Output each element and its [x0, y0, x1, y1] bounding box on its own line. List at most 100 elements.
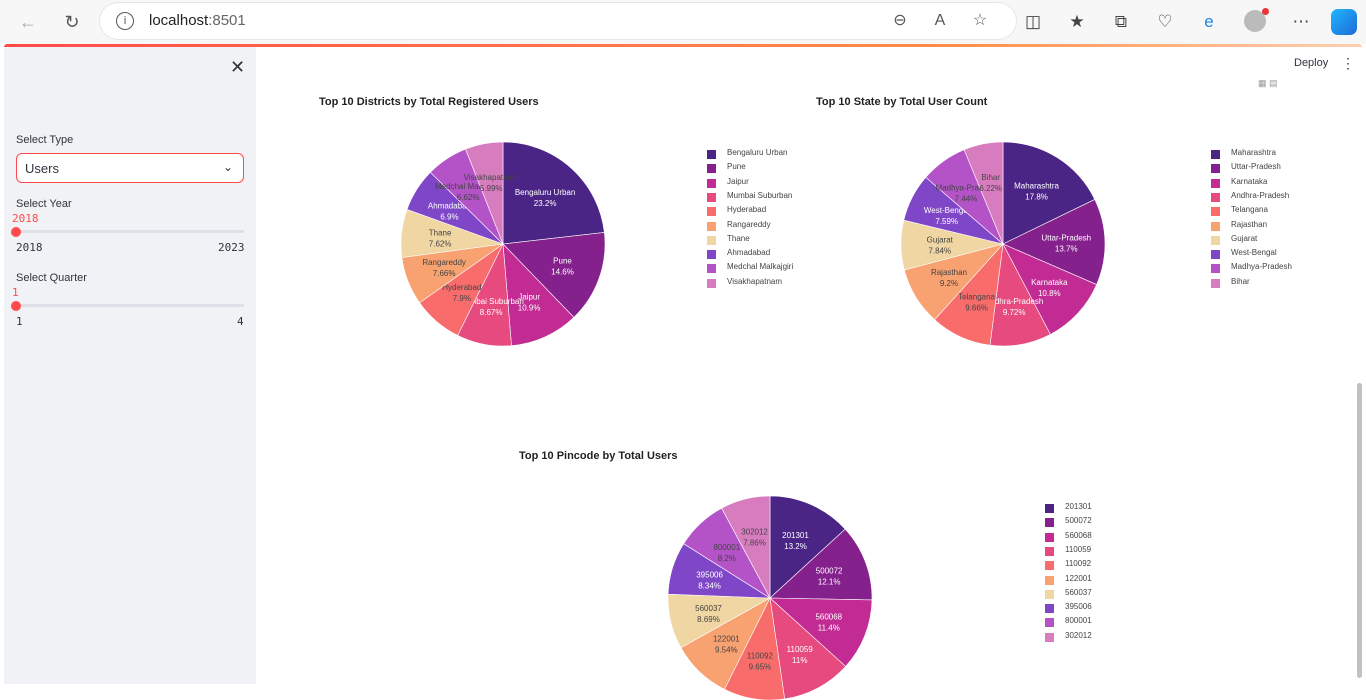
legend-item[interactable]: 395006	[1045, 602, 1205, 616]
slice-value-label: 11.4%	[818, 623, 840, 632]
edge-icon[interactable]: e	[1197, 10, 1221, 34]
chart-title: Top 10 State by Total User Count	[816, 96, 988, 108]
legend-item[interactable]: Karnataka	[1211, 177, 1366, 191]
pie-chart-states[interactable]: Maharashtra 17.8% Uttar-Pradesh 13.7% Karnat…	[900, 141, 1106, 347]
legend-item[interactable]: Madhya-Pradesh	[1211, 262, 1366, 276]
legend-swatch	[707, 264, 716, 274]
chart-title: Top 10 Pincode by Total Users	[519, 450, 678, 462]
legend-item[interactable]: 110059	[1045, 545, 1205, 559]
legend-label: 201301	[1065, 502, 1092, 511]
more-menu-icon[interactable]: ⋯	[1289, 10, 1313, 34]
legend-label: Rangareddy	[727, 219, 771, 229]
legend-item[interactable]: Bengaluru Urban	[707, 148, 867, 162]
profile-avatar[interactable]	[1244, 8, 1269, 32]
legend-item[interactable]: Visakhapatnam	[707, 277, 867, 291]
legend-item[interactable]: Mumbai Suburban	[707, 191, 867, 205]
split-screen-icon[interactable]: ◫	[1021, 10, 1045, 34]
legend-item[interactable]: Maharashtra	[1211, 148, 1366, 162]
legend-label: 560068	[1065, 530, 1092, 540]
slice-label: 800001	[713, 543, 740, 552]
collections-icon[interactable]: ⧉	[1109, 10, 1133, 34]
legend-item[interactable]: Jaipur	[707, 177, 867, 191]
legend-item[interactable]: Telangana	[1211, 205, 1366, 219]
legend-item[interactable]: 560037	[1045, 588, 1205, 602]
deploy-button[interactable]: Deploy	[1294, 57, 1328, 69]
main-menu-icon[interactable]: ⋮	[1341, 55, 1355, 72]
legend-item[interactable]: 500072	[1045, 516, 1205, 530]
legend-item[interactable]: Rangareddy	[707, 220, 867, 234]
slice-value-label: 23.2%	[534, 199, 557, 208]
legend-item[interactable]: Gujarat	[1211, 234, 1366, 248]
address-bar[interactable]: i localhost:8501 ⊖ A ☆	[100, 3, 1016, 39]
slice-label: Maharashtra	[1014, 181, 1059, 190]
legend-swatch	[1045, 604, 1054, 614]
legend-item[interactable]: Andhra-Pradesh	[1211, 191, 1366, 205]
legend-item[interactable]: 560068	[1045, 531, 1205, 545]
legend-label: Thane	[727, 233, 750, 243]
legend-swatch	[1211, 178, 1220, 188]
legend-item[interactable]: Hyderabad	[707, 205, 867, 219]
legend-item[interactable]: Pune	[707, 162, 867, 176]
select-type-label: Select Type	[16, 134, 74, 146]
pie-chart-districts[interactable]: Bengaluru Urban23.2%Pune14.6%Jaipur10.9%…	[400, 141, 606, 347]
legend-swatch	[707, 221, 716, 231]
legend-item[interactable]: 201301	[1045, 502, 1205, 516]
slice-value-label: 8.2%	[718, 554, 736, 563]
slice-label: 302012	[741, 528, 768, 537]
browser-essentials-icon[interactable]: ♡	[1153, 10, 1177, 34]
legend-label: Pune	[727, 162, 746, 172]
scrollbar[interactable]	[1357, 383, 1362, 678]
legend-item[interactable]: Bihar	[1211, 277, 1366, 291]
slice-label: 560037	[695, 604, 722, 613]
quarter-slider-track[interactable]	[11, 301, 244, 311]
year-slider-thumb[interactable]	[11, 227, 21, 237]
slice-value-label: 9.2%	[940, 279, 958, 288]
slice-value-label: 7.9%	[453, 294, 471, 303]
close-sidebar-icon[interactable]: ✕	[230, 57, 245, 78]
site-info-icon[interactable]: i	[116, 12, 134, 30]
legend-item[interactable]: 302012	[1045, 631, 1205, 645]
legend-swatch	[1045, 504, 1054, 513]
legend-item[interactable]: 110092	[1045, 559, 1205, 573]
select-type-dropdown[interactable]: Users ⌄	[16, 153, 244, 183]
legend-item[interactable]: Thane	[707, 234, 867, 248]
slice-value-label: 7.44%	[955, 195, 978, 204]
legend-item[interactable]: 122001	[1045, 574, 1205, 588]
legend-swatch	[1045, 618, 1054, 628]
back-icon[interactable]: ←	[14, 8, 42, 36]
quarter-slider-thumb[interactable]	[11, 301, 21, 311]
chart-modebar[interactable]: ▦ ▤	[1258, 78, 1278, 89]
legend-swatch	[1045, 575, 1054, 585]
legend-label: West-Bengal	[1231, 248, 1277, 258]
legend-swatch	[707, 207, 716, 217]
legend-item[interactable]: West-Bengal	[1211, 248, 1366, 262]
legend-label: Karnataka	[1231, 176, 1268, 186]
slice-value-label: 7.62%	[429, 239, 452, 248]
quarter-slider-max: 4	[237, 315, 244, 328]
slice-value-label: 12.1%	[818, 578, 841, 587]
slice-label: Uttar-Pradesh	[1041, 234, 1091, 243]
legend-item[interactable]: Medchal Malkajgiri	[707, 262, 867, 276]
year-slider-track[interactable]	[11, 227, 244, 237]
legend-item[interactable]: 800001	[1045, 616, 1205, 630]
legend-swatch	[707, 192, 716, 202]
quarter-slider-min: 1	[16, 315, 23, 328]
slice-label: Telangana	[958, 292, 995, 301]
favorites-icon[interactable]: ★	[1065, 10, 1089, 34]
pie-chart-pincodes[interactable]: 201301 13.2% 500072 12.1% 560068 11.4% 110059 1…	[667, 495, 873, 700]
browser-toolbar: ← ↻ i localhost:8501 ⊖ A ☆ ◫ ★ ⧉ ♡ e ⋯	[0, 0, 1366, 44]
address-url[interactable]: localhost:8501	[149, 12, 246, 29]
legend-item[interactable]: Rajasthan	[1211, 220, 1366, 234]
read-aloud-icon[interactable]: A	[930, 11, 950, 31]
legend-item[interactable]: Uttar-Pradesh	[1211, 162, 1366, 176]
legend-label: Madhya-Pradesh	[1231, 262, 1292, 272]
favorite-star-icon[interactable]: ☆	[970, 11, 990, 31]
quarter-slider-value: 1	[12, 286, 19, 299]
chevron-down-icon: ⌄	[222, 160, 233, 174]
copilot-icon[interactable]	[1331, 9, 1357, 35]
refresh-icon[interactable]: ↻	[58, 8, 86, 36]
zoom-out-icon[interactable]: ⊖	[890, 11, 910, 31]
legend-item[interactable]: Ahmadabad	[707, 248, 867, 262]
select-type-value: Users	[25, 161, 59, 176]
legend-label: Visakhapatnam	[727, 276, 782, 286]
